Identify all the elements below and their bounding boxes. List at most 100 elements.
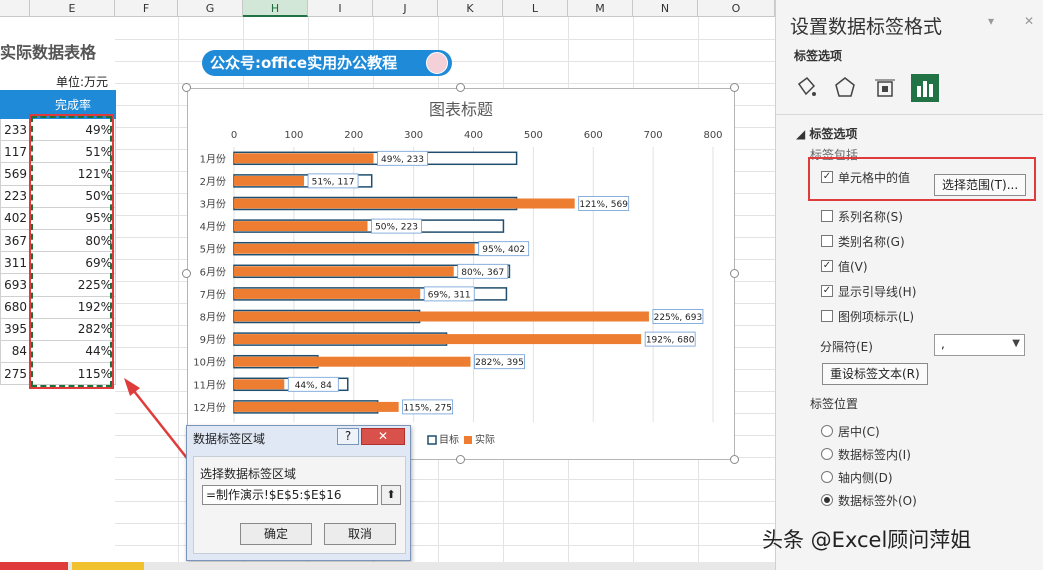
chart-title: 图表标题 — [429, 100, 493, 119]
table-cell[interactable]: 117 — [0, 140, 31, 164]
checkbox-leader-lines[interactable]: ✓ — [821, 285, 833, 297]
column-header-m[interactable]: M — [568, 0, 633, 17]
data-label: 44%, 84 — [295, 381, 332, 391]
table-cell[interactable]: 84 — [0, 339, 31, 364]
option-label: 类别名称(G) — [838, 235, 905, 249]
collapse-dialog-button[interactable]: ⬆ — [381, 485, 401, 505]
radio-inside-base[interactable] — [821, 471, 833, 483]
data-label: 95%, 402 — [482, 245, 525, 255]
data-label: 80%, 367 — [461, 268, 504, 278]
chevron-down-icon: ▼ — [1012, 338, 1020, 349]
y-tick-label: 3月份 — [200, 199, 226, 211]
separator-select[interactable]: , ▼ — [934, 334, 1025, 356]
checkbox-legend-key[interactable] — [821, 310, 833, 322]
x-tick-label: 300 — [404, 130, 423, 141]
radio-inside-end[interactable] — [821, 448, 833, 460]
sheet-tab[interactable] — [72, 562, 144, 570]
table-cell[interactable]: 569 — [0, 162, 31, 186]
arrow-up-icon: ⬆ — [386, 488, 396, 501]
cancel-button[interactable]: 取消 — [324, 523, 396, 545]
legend-key-actual — [464, 436, 472, 444]
data-label: 69%, 311 — [428, 290, 471, 300]
checkbox-category-name[interactable] — [821, 235, 833, 247]
table-cell[interactable]: 367 — [0, 228, 31, 253]
option-label: 系列名称(S) — [838, 210, 903, 224]
dialog-title: 数据标签区域 — [193, 432, 266, 446]
table-header-cell[interactable] — [0, 90, 31, 119]
legend-label-actual: 实际 — [475, 433, 495, 446]
data-label: 282%, 395 — [475, 358, 524, 368]
column-header-e[interactable]: E — [30, 0, 115, 17]
table-cell[interactable]: 680 — [0, 295, 31, 319]
table-cell[interactable]: 395 — [0, 317, 31, 341]
column-header-d[interactable] — [0, 0, 30, 17]
column-header-j[interactable]: J — [373, 0, 438, 17]
section-title: 标签选项 — [809, 127, 858, 141]
bar-actual — [234, 401, 399, 412]
table-cell[interactable]: 233 — [0, 117, 31, 142]
column-header-k[interactable]: K — [438, 0, 503, 17]
column-header-f[interactable]: F — [115, 0, 178, 17]
checkbox-value[interactable]: ✓ — [821, 260, 833, 272]
y-tick-label: 10月份 — [193, 357, 226, 369]
bar-chart[interactable]: 图表标题 0 100 200 300 400 500 600 700 800 1月份 49%, 233… — [188, 89, 734, 459]
radio-center[interactable] — [821, 425, 833, 437]
dialog-close-button[interactable]: ✕ — [361, 428, 405, 445]
reset-label-text-button[interactable]: 重设标签文本(R) — [822, 363, 928, 385]
column-header-g[interactable]: G — [178, 0, 243, 17]
bar-actual — [234, 198, 575, 209]
bar-actual — [234, 311, 649, 322]
y-tick-label: 7月份 — [200, 289, 226, 301]
pane-close-icon[interactable]: ✕ — [1024, 14, 1034, 28]
column-header-o[interactable]: O — [698, 0, 775, 17]
radio-label: 数据标签外(O) — [838, 494, 917, 508]
column-header-l[interactable]: L — [503, 0, 568, 17]
table-cell[interactable]: 693 — [0, 273, 31, 297]
ok-button[interactable]: 确定 — [240, 523, 312, 545]
option-label: 图例项标示(L) — [838, 310, 915, 324]
table-cell[interactable]: 223 — [0, 184, 31, 208]
data-label-range-dialog: 数据标签区域 ? ✕ 选择数据标签区域 =制作演示!$E$5:$E$16 ⬆ 确… — [186, 425, 411, 561]
data-label: 115%, 275 — [403, 403, 452, 413]
separator-label: 分隔符(E) — [820, 340, 873, 354]
y-tick-label: 1月份 — [200, 153, 226, 165]
data-label: 225%, 693 — [654, 313, 703, 323]
label-options-icon[interactable] — [911, 74, 939, 102]
banner-text: 公众号:office实用办公教程 — [210, 54, 398, 72]
effects-icon[interactable] — [831, 74, 859, 102]
y-tick-label: 11月份 — [193, 379, 226, 391]
table-cell[interactable]: 402 — [0, 206, 31, 230]
radio-label: 数据标签内(I) — [838, 448, 911, 462]
collapse-triangle-icon: ◢ — [796, 127, 810, 141]
x-tick-label: 200 — [344, 130, 363, 141]
bar-actual — [234, 243, 475, 254]
data-label: 192%, 680 — [646, 336, 695, 346]
x-tick-label: 100 — [284, 130, 303, 141]
bar-actual — [234, 288, 421, 299]
column-header-i[interactable]: I — [308, 0, 373, 17]
option-label: 值(V) — [838, 260, 868, 274]
table-cell[interactable]: 275 — [0, 362, 31, 386]
bar-actual — [234, 175, 305, 186]
range-input[interactable]: =制作演示!$E$5:$E$16 — [202, 485, 378, 505]
fill-line-icon[interactable] — [792, 74, 820, 102]
help-button[interactable]: ? — [337, 428, 359, 445]
bar-actual — [234, 356, 471, 367]
column-header-h[interactable]: H — [243, 0, 308, 17]
column-header-n[interactable]: N — [633, 0, 698, 17]
data-label: 50%, 223 — [375, 223, 418, 233]
bar-actual — [234, 221, 368, 232]
radio-outside-end[interactable] — [821, 494, 833, 506]
pane-menu-icon[interactable]: ▾ — [988, 14, 994, 28]
section-label-options[interactable]: ◢ 标签选项 — [796, 125, 857, 142]
sheet-title: 实际数据表格 — [0, 43, 97, 62]
pane-subtitle: 标签选项 — [794, 49, 843, 63]
y-tick-label: 9月份 — [200, 334, 226, 346]
x-tick-label: 600 — [584, 130, 603, 141]
checkbox-series-name[interactable] — [821, 210, 833, 222]
sheet-tab[interactable] — [0, 562, 68, 570]
size-properties-icon[interactable] — [871, 74, 899, 102]
label-position-heading: 标签位置 — [810, 397, 859, 411]
radio-label: 轴内侧(D) — [838, 471, 893, 485]
table-cell[interactable]: 311 — [0, 251, 31, 275]
